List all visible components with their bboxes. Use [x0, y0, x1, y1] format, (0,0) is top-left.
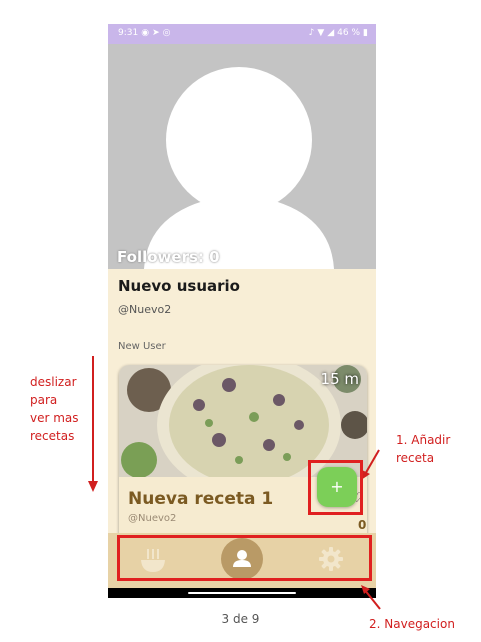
fab-highlight-box [308, 460, 363, 515]
swipe-annotation-line: para [30, 393, 58, 407]
swipe-annotation: deslizar para ver mas recetas [30, 373, 79, 445]
navigation-arrowhead [361, 585, 370, 594]
swipe-annotation-line: deslizar [30, 375, 77, 389]
add-recipe-annotation-line: 1. Añadir [396, 433, 451, 447]
swipe-arrowhead [88, 481, 98, 492]
swipe-annotation-line: ver mas [30, 411, 79, 425]
nav-highlight-box [117, 535, 372, 581]
swipe-annotation-line: recetas [30, 429, 75, 443]
add-recipe-annotation: 1. Añadir receta [396, 431, 450, 467]
page-indicator: 3 de 9 [221, 612, 260, 626]
add-recipe-annotation-line: receta [396, 451, 435, 465]
add-recipe-arrow [363, 449, 380, 477]
